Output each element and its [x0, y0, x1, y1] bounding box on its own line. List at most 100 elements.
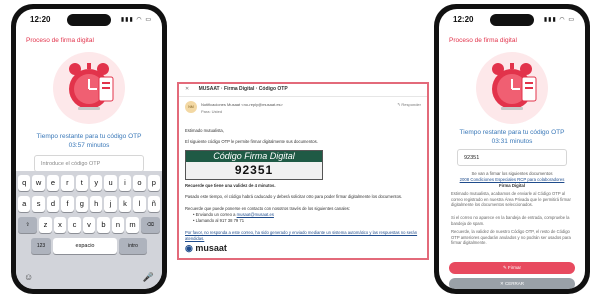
status-time: 12:20 — [30, 15, 51, 24]
process-title: Proceso de firma digital — [26, 37, 94, 44]
dynamic-island — [67, 14, 111, 26]
sign-notice-text: Se van a firmar los siguientes documento… — [471, 171, 553, 176]
key-m[interactable]: m — [126, 217, 139, 233]
close-icon[interactable]: ✕ — [185, 86, 189, 92]
email-footer: Por favor, no responda a este correo, ha… — [185, 230, 418, 241]
space-key[interactable]: espacio — [53, 238, 117, 254]
key-z[interactable]: z — [39, 217, 52, 233]
email-contact-line: Recuerde que puede ponerse en contacto c… — [185, 206, 351, 211]
email-validity: Recuerde que tiene una validez de 4 minu… — [185, 183, 276, 188]
otp-code-header: Código Firma Digital — [186, 151, 322, 162]
reply-icon: ↰ — [396, 102, 401, 107]
ios-keyboard: q w e r t y u i o p a s d f g h j k l ñ … — [16, 171, 162, 289]
key-b[interactable]: b — [97, 217, 110, 233]
intro-key[interactable]: intro — [119, 238, 147, 254]
backspace-key[interactable]: ⌫ — [140, 217, 160, 233]
info-paragraph-3: Recuerde, la validez de nuestro Código O… — [451, 229, 571, 245]
email-to: Para: Usted — [201, 109, 223, 114]
keyboard-bottom-bar: ☺ 🎤 — [24, 272, 154, 283]
key-s[interactable]: s — [32, 196, 45, 212]
clock-illustration-icon — [53, 52, 125, 124]
key-f[interactable]: f — [61, 196, 74, 212]
cerrar-label: CERRAR — [505, 281, 525, 286]
key-a[interactable]: a — [17, 196, 31, 212]
phone-contact-text: Llamando al 917 38 79 71 — [195, 218, 245, 223]
keyboard-row-3: ⇧ z x c v b n m ⌫ — [18, 217, 160, 233]
shift-key[interactable]: ⇧ — [18, 217, 38, 233]
key-d[interactable]: d — [46, 196, 60, 212]
key-k[interactable]: k — [118, 196, 132, 212]
timer-value: 03:31 minutos — [491, 138, 533, 145]
email-header-bar: ✕ MUSAAT · Firma Digital · Código OTP — [185, 86, 421, 94]
cerrar-button[interactable]: ✕ CERRAR — [449, 278, 575, 289]
document-link[interactable]: 2008 Condiciones Especiales RCP para col… — [460, 177, 565, 182]
info-paragraph-1: Estimado mutualista, acabamos de enviarl… — [451, 191, 571, 207]
sign-bold: Firma Digital — [498, 183, 526, 188]
email-contact-link[interactable]: musaat@musaat.es — [237, 212, 274, 217]
email-instructions: Pasado este tiempo, el código habrá cadu… — [185, 194, 403, 199]
key-i[interactable]: i — [118, 175, 132, 191]
left-phone-screen: 12:20 ▮▮▮ ◠ ▭ Proceso de firma digital T… — [16, 9, 162, 289]
status-icons: ▮▮▮ ◠ ▭ — [120, 17, 152, 23]
left-phone: 12:20 ▮▮▮ ◠ ▭ Proceso de firma digital T… — [11, 4, 167, 294]
keyboard-row-4: 123 espacio intro — [18, 238, 160, 254]
key-l[interactable]: l — [133, 196, 146, 212]
email-contact-prefix: Enviando un correo a — [195, 212, 236, 217]
logo-mark-icon: ◉ — [185, 243, 193, 253]
keyboard-row-1: q w e r t y u i o p — [17, 175, 161, 191]
key-e[interactable]: e — [46, 175, 60, 191]
keyboard-row-2: a s d f g h j k l ñ — [17, 196, 161, 212]
firmar-label: Firmar — [508, 265, 522, 270]
key-h[interactable]: h — [90, 196, 103, 212]
otp-input[interactable]: Introduce el código OTP — [34, 155, 144, 172]
key-w[interactable]: w — [32, 175, 45, 191]
timer-label: Tiempo restante para tu código OTP — [459, 129, 565, 136]
key-t[interactable]: t — [75, 175, 88, 191]
phone-contact-item: • Llamando al 917 38 79 71 — [193, 218, 245, 223]
key-c[interactable]: c — [68, 217, 81, 233]
key-r[interactable]: r — [61, 175, 74, 191]
email-from: Notificaciones Musaat <no-reply@musaat.e… — [201, 102, 283, 107]
close-icon: ✕ — [499, 281, 504, 286]
key-q[interactable]: q — [17, 175, 31, 191]
key-v[interactable]: v — [82, 217, 96, 233]
firmar-button[interactable]: ✎ Firmar — [449, 262, 575, 274]
key-u[interactable]: u — [104, 175, 117, 191]
emoji-icon[interactable]: ☺ — [24, 272, 33, 283]
divider — [179, 96, 427, 97]
status-time: 12:20 — [453, 15, 474, 24]
clock-illustration-icon — [476, 52, 548, 124]
otp-input[interactable]: 92351 — [457, 149, 567, 166]
status-icons: ▮▮▮ ◠ ▭ — [543, 17, 575, 23]
key-p[interactable]: p — [147, 175, 161, 191]
key-x[interactable]: x — [53, 217, 67, 233]
key-n[interactable]: n — [111, 217, 125, 233]
right-phone-screen: 12:20 ▮▮▮ ◠ ▭ Proceso de firma digital T… — [439, 9, 585, 289]
dynamic-island — [490, 14, 534, 26]
key-o[interactable]: o — [133, 175, 146, 191]
process-title: Proceso de firma digital — [449, 37, 517, 44]
timer-label: Tiempo restante para tu código OTP — [36, 133, 142, 140]
email-contact-item: • Enviando un correo a musaat@musaat.es — [193, 212, 274, 217]
email-subject: MUSAAT · Firma Digital · Código OTP — [198, 86, 288, 92]
numbers-key[interactable]: 123 — [31, 238, 51, 254]
email-intro: El siguiente código OTP le permite firma… — [185, 139, 318, 144]
sign-notice: Se van a firmar los siguientes documento… — [445, 171, 579, 189]
avatar: NM — [185, 101, 197, 113]
otp-email: ✕ MUSAAT · Firma Digital · Código OTP NM… — [177, 82, 429, 260]
key-y[interactable]: y — [90, 175, 103, 191]
microphone-icon[interactable]: 🎤 — [143, 272, 154, 283]
sign-icon: ✎ — [502, 265, 507, 270]
right-phone: 12:20 ▮▮▮ ◠ ▭ Proceso de firma digital T… — [434, 4, 590, 294]
timer-value: 03:57 minutos — [68, 142, 110, 149]
logo-text: musaat — [195, 243, 227, 253]
key-n-tilde[interactable]: ñ — [147, 196, 161, 212]
info-paragraph-2: Si el correo no aparece en la bandeja de… — [451, 215, 570, 226]
otp-code-box: Código Firma Digital 92351 — [185, 150, 323, 180]
otp-code-value: 92351 — [186, 162, 322, 179]
key-j[interactable]: j — [104, 196, 117, 212]
key-g[interactable]: g — [75, 196, 88, 212]
reply-button[interactable]: ↰ Responder — [397, 102, 421, 107]
musaat-logo: ◉ musaat — [185, 243, 227, 254]
reply-label: Responder — [401, 102, 421, 107]
